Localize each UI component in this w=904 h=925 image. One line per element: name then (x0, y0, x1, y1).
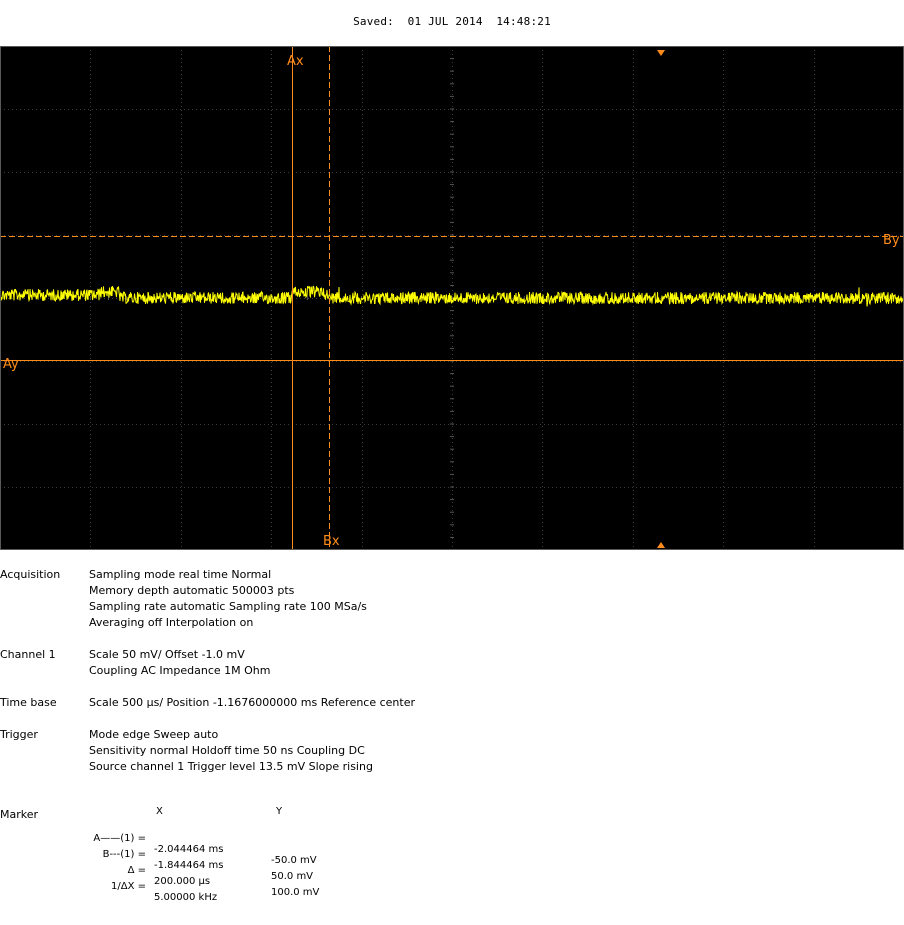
channel-1-label: Channel 1 (0, 648, 56, 661)
marker-row-y: 100.0 mV (271, 887, 320, 898)
marker-col-x: X (156, 806, 163, 817)
cursor-label-by: By (883, 233, 900, 248)
marker-row-x: -2.044464 ms (154, 844, 224, 855)
acquisition-line: Sampling rate automatic Sampling rate 10… (89, 600, 367, 613)
marker-row-x: 200.000 µs (154, 876, 211, 887)
marker-col-y: Y (276, 806, 283, 817)
marker-row-x: -1.844464 ms (154, 860, 224, 871)
saved-timestamp: Saved: 01 JUL 2014 14:48:21 (353, 15, 551, 28)
marker-row-name: A——(1) = (93, 833, 146, 844)
cursor-label-ax: Ax (287, 54, 304, 69)
marker-row-name: Δ = (127, 865, 146, 876)
marker-row-name: 1/ΔX = (111, 881, 146, 892)
acquisition-line: Memory depth automatic 500003 pts (89, 584, 295, 597)
acquisition-label: Acquisition (0, 568, 61, 581)
oscilloscope-screen: Ax Bx Ay By (0, 46, 904, 550)
marker-row: 1/ΔX = 5.00000 kHz (0, 870, 217, 925)
marker-label: Marker (0, 808, 39, 821)
marker-row-y: 50.0 mV (271, 871, 314, 882)
cursor-label-bx: Bx (323, 534, 340, 549)
marker-row-y: -50.0 mV (271, 855, 317, 866)
trigger-line: Sensitivity normal Holdoff time 50 ns Co… (89, 744, 365, 757)
marker-row-name: B---(1) = (102, 849, 146, 860)
channel-1-line: Scale 50 mV/ Offset -1.0 mV (89, 648, 245, 661)
cursor-label-ay: Ay (3, 357, 19, 372)
marker-row-x: 5.00000 kHz (154, 892, 218, 903)
acquisition-line: Sampling mode real time Normal (89, 568, 272, 581)
trigger-label: Trigger (0, 728, 38, 741)
trigger-line: Source channel 1 Trigger level 13.5 mV S… (89, 760, 373, 773)
timebase-line: Scale 500 µs/ Position -1.1676000000 ms … (89, 696, 416, 709)
timebase-label: Time base (0, 696, 57, 709)
acquisition-line: Averaging off Interpolation on (89, 616, 254, 629)
trigger-line: Mode edge Sweep auto (89, 728, 219, 741)
channel-1-line: Coupling AC Impedance 1M Ohm (89, 664, 271, 677)
